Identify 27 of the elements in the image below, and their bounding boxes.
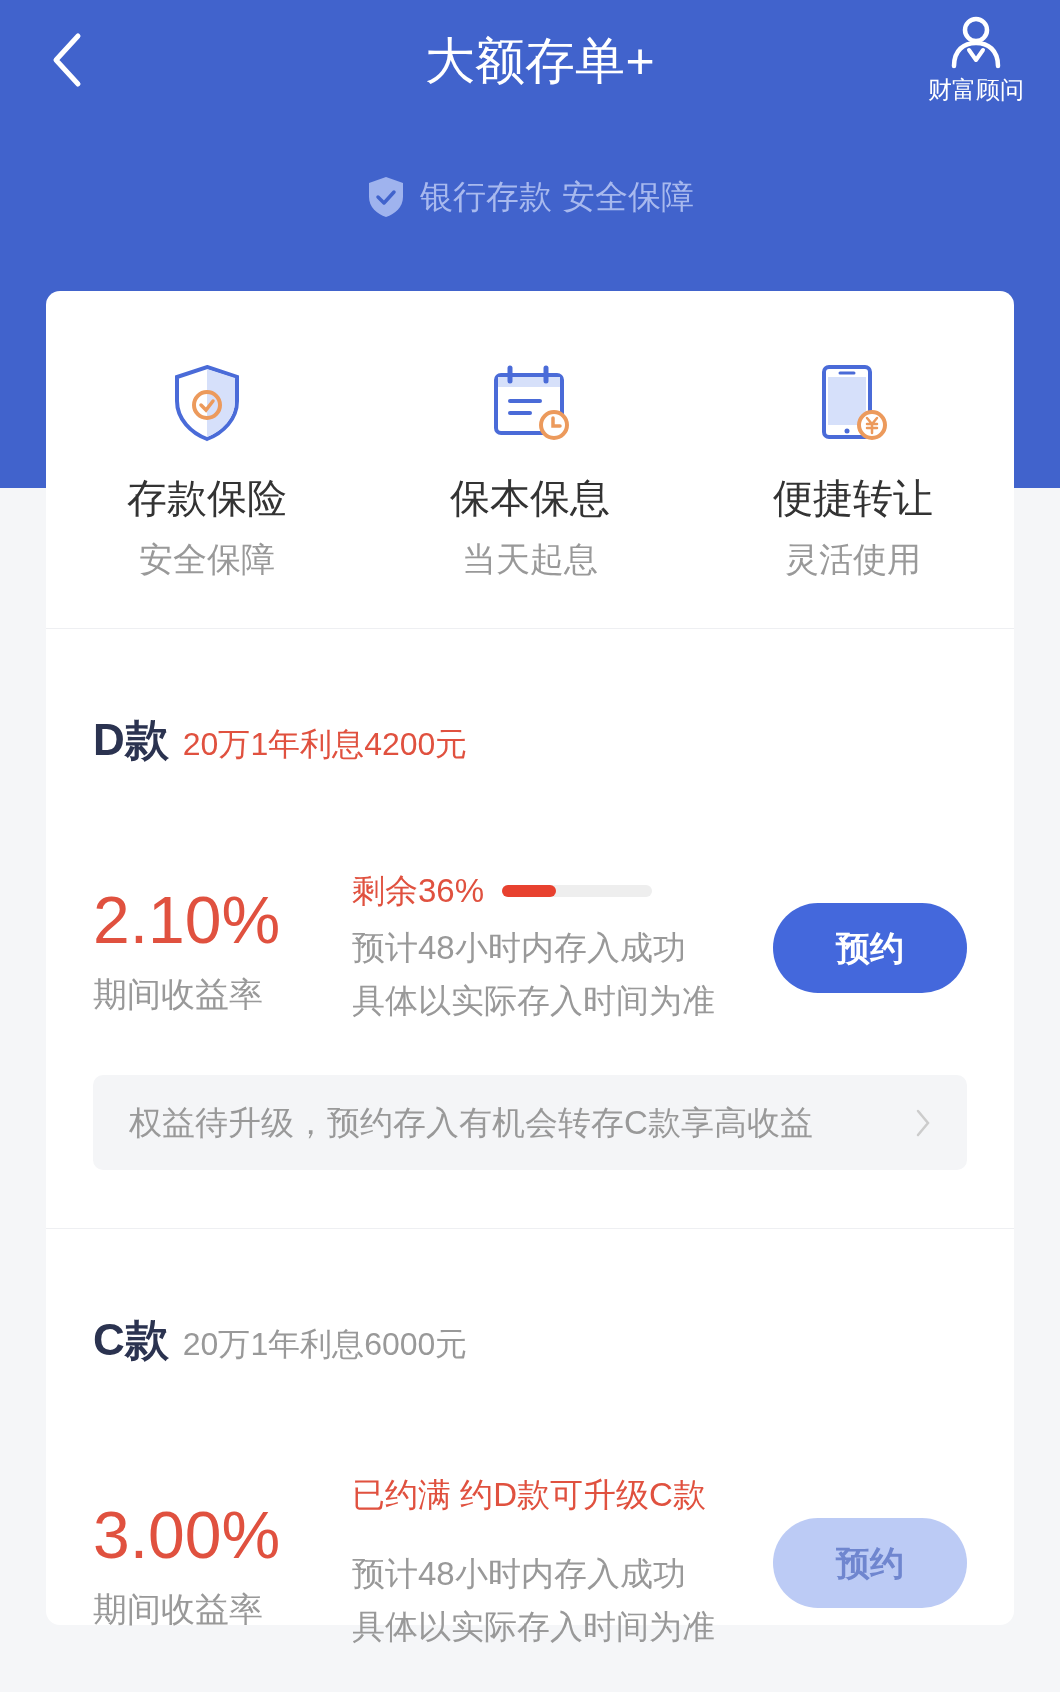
feature-subtitle: 安全保障: [139, 539, 276, 580]
reserve-button[interactable]: 预约: [773, 903, 967, 993]
notice-bar[interactable]: 权益待升级，预约存入有机会转存C款享高收益: [93, 1075, 967, 1170]
feature-title: 便捷转让: [772, 475, 933, 522]
product-name: C款: [93, 1314, 169, 1366]
status-text: 已约满 约D款可升级C款: [352, 1475, 706, 1516]
remaining-text: 剩余36%: [352, 871, 485, 912]
product-summary: 20万1年利息4200元: [182, 725, 468, 764]
feature-subtitle: 当天起息: [462, 539, 598, 580]
rate-label: 期间收益率: [93, 1589, 264, 1630]
feature-subtitle: 灵活使用: [784, 539, 921, 580]
interest-rate: 2.10%: [93, 882, 282, 959]
interest-rate: 3.00%: [93, 1497, 282, 1574]
advisor-button[interactable]: 财富顾问: [928, 14, 1024, 106]
chevron-right-icon: [915, 1107, 931, 1138]
feature-title: 存款保险: [127, 475, 288, 522]
note-text: 预计48小时内存入成功: [352, 1554, 687, 1594]
note-text: 具体以实际存入时间为准: [352, 981, 716, 1021]
product-name: D款: [93, 714, 169, 766]
feature-title: 保本保息: [450, 475, 610, 522]
note-text: 预计48小时内存入成功: [352, 928, 687, 968]
page-title: 大额存单+: [425, 32, 655, 91]
note-text: 具体以实际存入时间为准: [352, 1607, 716, 1647]
product-summary: 20万1年利息6000元: [182, 1325, 468, 1364]
banner-text: 银行存款 安全保障: [420, 177, 694, 218]
notice-text: 权益待升级，预约存入有机会转存C款享高收益: [129, 1102, 813, 1143]
rate-label: 期间收益率: [93, 974, 264, 1015]
